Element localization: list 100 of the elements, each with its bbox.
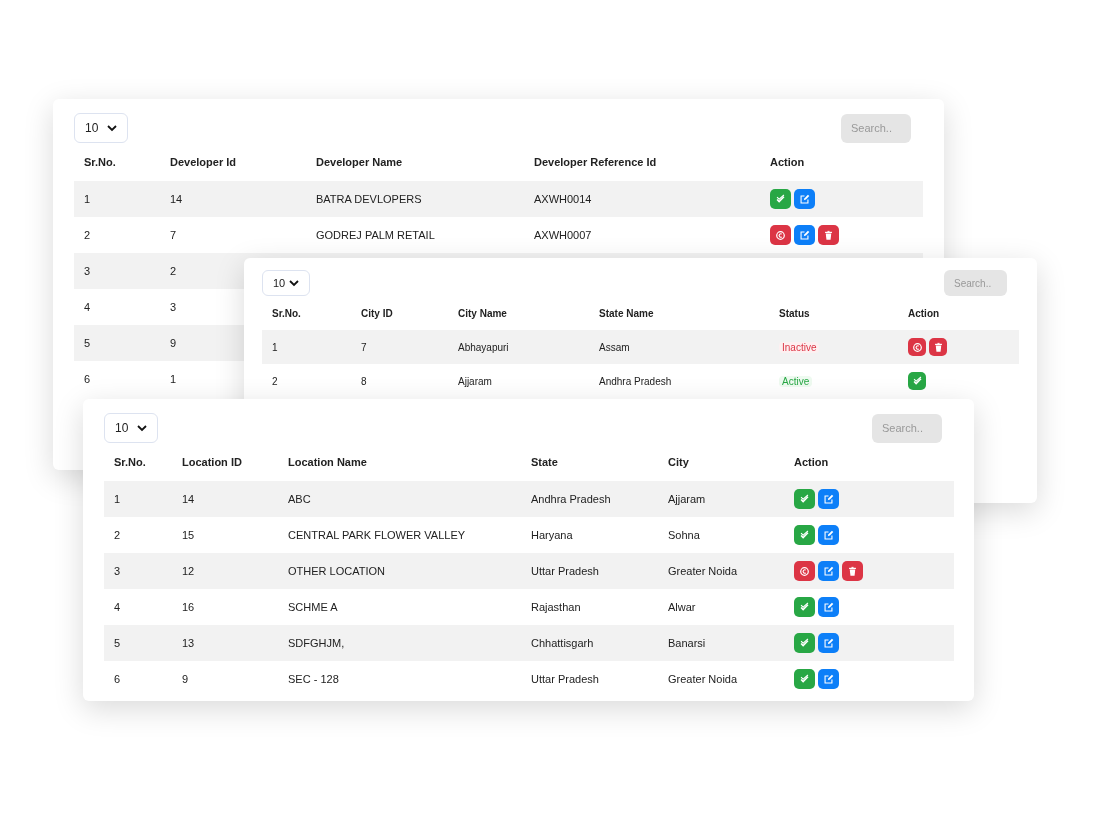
table-cell: 3 (114, 564, 121, 577)
edit-icon (823, 673, 834, 685)
edit-icon (823, 601, 834, 613)
page-size-select[interactable]: 10 (104, 413, 158, 443)
page-size-select[interactable]: 10 (74, 113, 128, 143)
table-cell: OTHER LOCATION (288, 564, 385, 577)
column-header: City Name (458, 307, 507, 319)
status-label: Inactive (779, 341, 820, 353)
approve-button[interactable] (794, 633, 815, 653)
status-label: Active (779, 375, 813, 387)
double-check-icon (911, 375, 923, 387)
edit-button[interactable] (794, 225, 815, 245)
table-cell: Andhra Pradesh (531, 492, 611, 505)
approve-button[interactable] (770, 189, 791, 209)
table-cell: Banarsi (668, 636, 706, 649)
edit-icon (799, 193, 810, 205)
table-cell: GODREJ PALM RETAIL (316, 228, 435, 241)
table-cell: 8 (361, 375, 367, 387)
edit-icon (823, 565, 834, 577)
table-cell: 3 (170, 300, 177, 313)
edit-icon (799, 229, 810, 241)
column-header: State (531, 455, 558, 468)
table-cell: 5 (84, 336, 91, 349)
column-header: Location Name (288, 455, 367, 468)
table-cell: CENTRAL PARK FLOWER VALLEY (288, 528, 466, 541)
table-cell: 1 (272, 341, 278, 353)
column-header: Action (770, 155, 805, 168)
table-cell: Greater Noida (668, 672, 738, 685)
table-cell: Ajjaram (668, 492, 706, 505)
edit-button[interactable] (794, 189, 815, 209)
block-button[interactable] (908, 338, 926, 356)
table-cell: 9 (182, 672, 189, 685)
edit-button[interactable] (818, 561, 839, 581)
table-cell: Haryana (531, 528, 573, 541)
edit-button[interactable] (818, 669, 839, 689)
double-check-icon (799, 637, 810, 649)
table-cell: SCHME A (288, 600, 338, 613)
double-check-icon (799, 601, 810, 613)
table-cell: 14 (170, 192, 183, 205)
edit-icon (823, 529, 834, 541)
double-check-icon (799, 493, 810, 505)
table-cell: 4 (114, 600, 121, 613)
table-cell: 7 (361, 341, 367, 353)
table-cell: 14 (182, 492, 195, 505)
block-button[interactable] (794, 561, 815, 581)
table-cell: 12 (182, 564, 195, 577)
double-check-icon (799, 529, 810, 541)
double-check-icon (799, 673, 810, 685)
column-header: Developer Reference Id (534, 155, 657, 168)
page-size-select[interactable]: 10 (262, 270, 310, 296)
edit-button[interactable] (818, 597, 839, 617)
table-cell: 6 (114, 672, 121, 685)
column-header: Action (794, 455, 829, 468)
block-icon (775, 229, 786, 241)
table-cell: 4 (84, 300, 91, 313)
column-header: Location ID (182, 455, 242, 468)
trash-icon (823, 229, 834, 241)
approve-button[interactable] (794, 597, 815, 617)
block-button[interactable] (770, 225, 791, 245)
table-cell: 1 (170, 372, 177, 385)
table-cell: Abhayapuri (458, 341, 509, 353)
table-cell: 16 (182, 600, 195, 613)
search-field[interactable]: Search.. (872, 413, 942, 443)
edit-icon (823, 493, 834, 505)
table-cell: AXWH0007 (534, 228, 592, 241)
edit-button[interactable] (818, 525, 839, 545)
table-cell: Alwar (668, 600, 696, 613)
trash-icon (932, 341, 944, 353)
approve-button[interactable] (908, 372, 926, 390)
chevron-down-icon (107, 124, 117, 132)
column-header: Developer Id (170, 155, 237, 168)
table-cell: 3 (84, 264, 91, 277)
table-cell: 13 (182, 636, 195, 649)
column-header: Developer Name (316, 155, 403, 168)
delete-button[interactable] (818, 225, 839, 245)
approve-button[interactable] (794, 489, 815, 509)
column-header: City (668, 455, 689, 468)
column-header: State Name (599, 307, 654, 319)
table-cell: Chhattisgarh (531, 636, 594, 649)
search-field[interactable]: Search.. (944, 270, 1007, 296)
edit-button[interactable] (818, 633, 839, 653)
table-cell: 9 (170, 336, 177, 349)
table-cell: Sohna (668, 528, 700, 541)
column-header: Sr.No. (272, 307, 301, 319)
search-field[interactable]: Search.. (841, 113, 911, 143)
delete-button[interactable] (929, 338, 947, 356)
trash-icon (847, 565, 858, 577)
table-cell: 1 (114, 492, 121, 505)
approve-button[interactable] (794, 669, 815, 689)
table-cell: 5 (114, 636, 121, 649)
table-cell: Greater Noida (668, 564, 738, 577)
edit-button[interactable] (818, 489, 839, 509)
chevron-down-icon (289, 279, 299, 287)
table-cell: 6 (84, 372, 91, 385)
delete-button[interactable] (842, 561, 863, 581)
column-header: Sr.No. (84, 155, 116, 168)
table-cell: Andhra Pradesh (599, 375, 672, 387)
column-header: City ID (361, 307, 393, 319)
approve-button[interactable] (794, 525, 815, 545)
table-cell: 7 (170, 228, 177, 241)
